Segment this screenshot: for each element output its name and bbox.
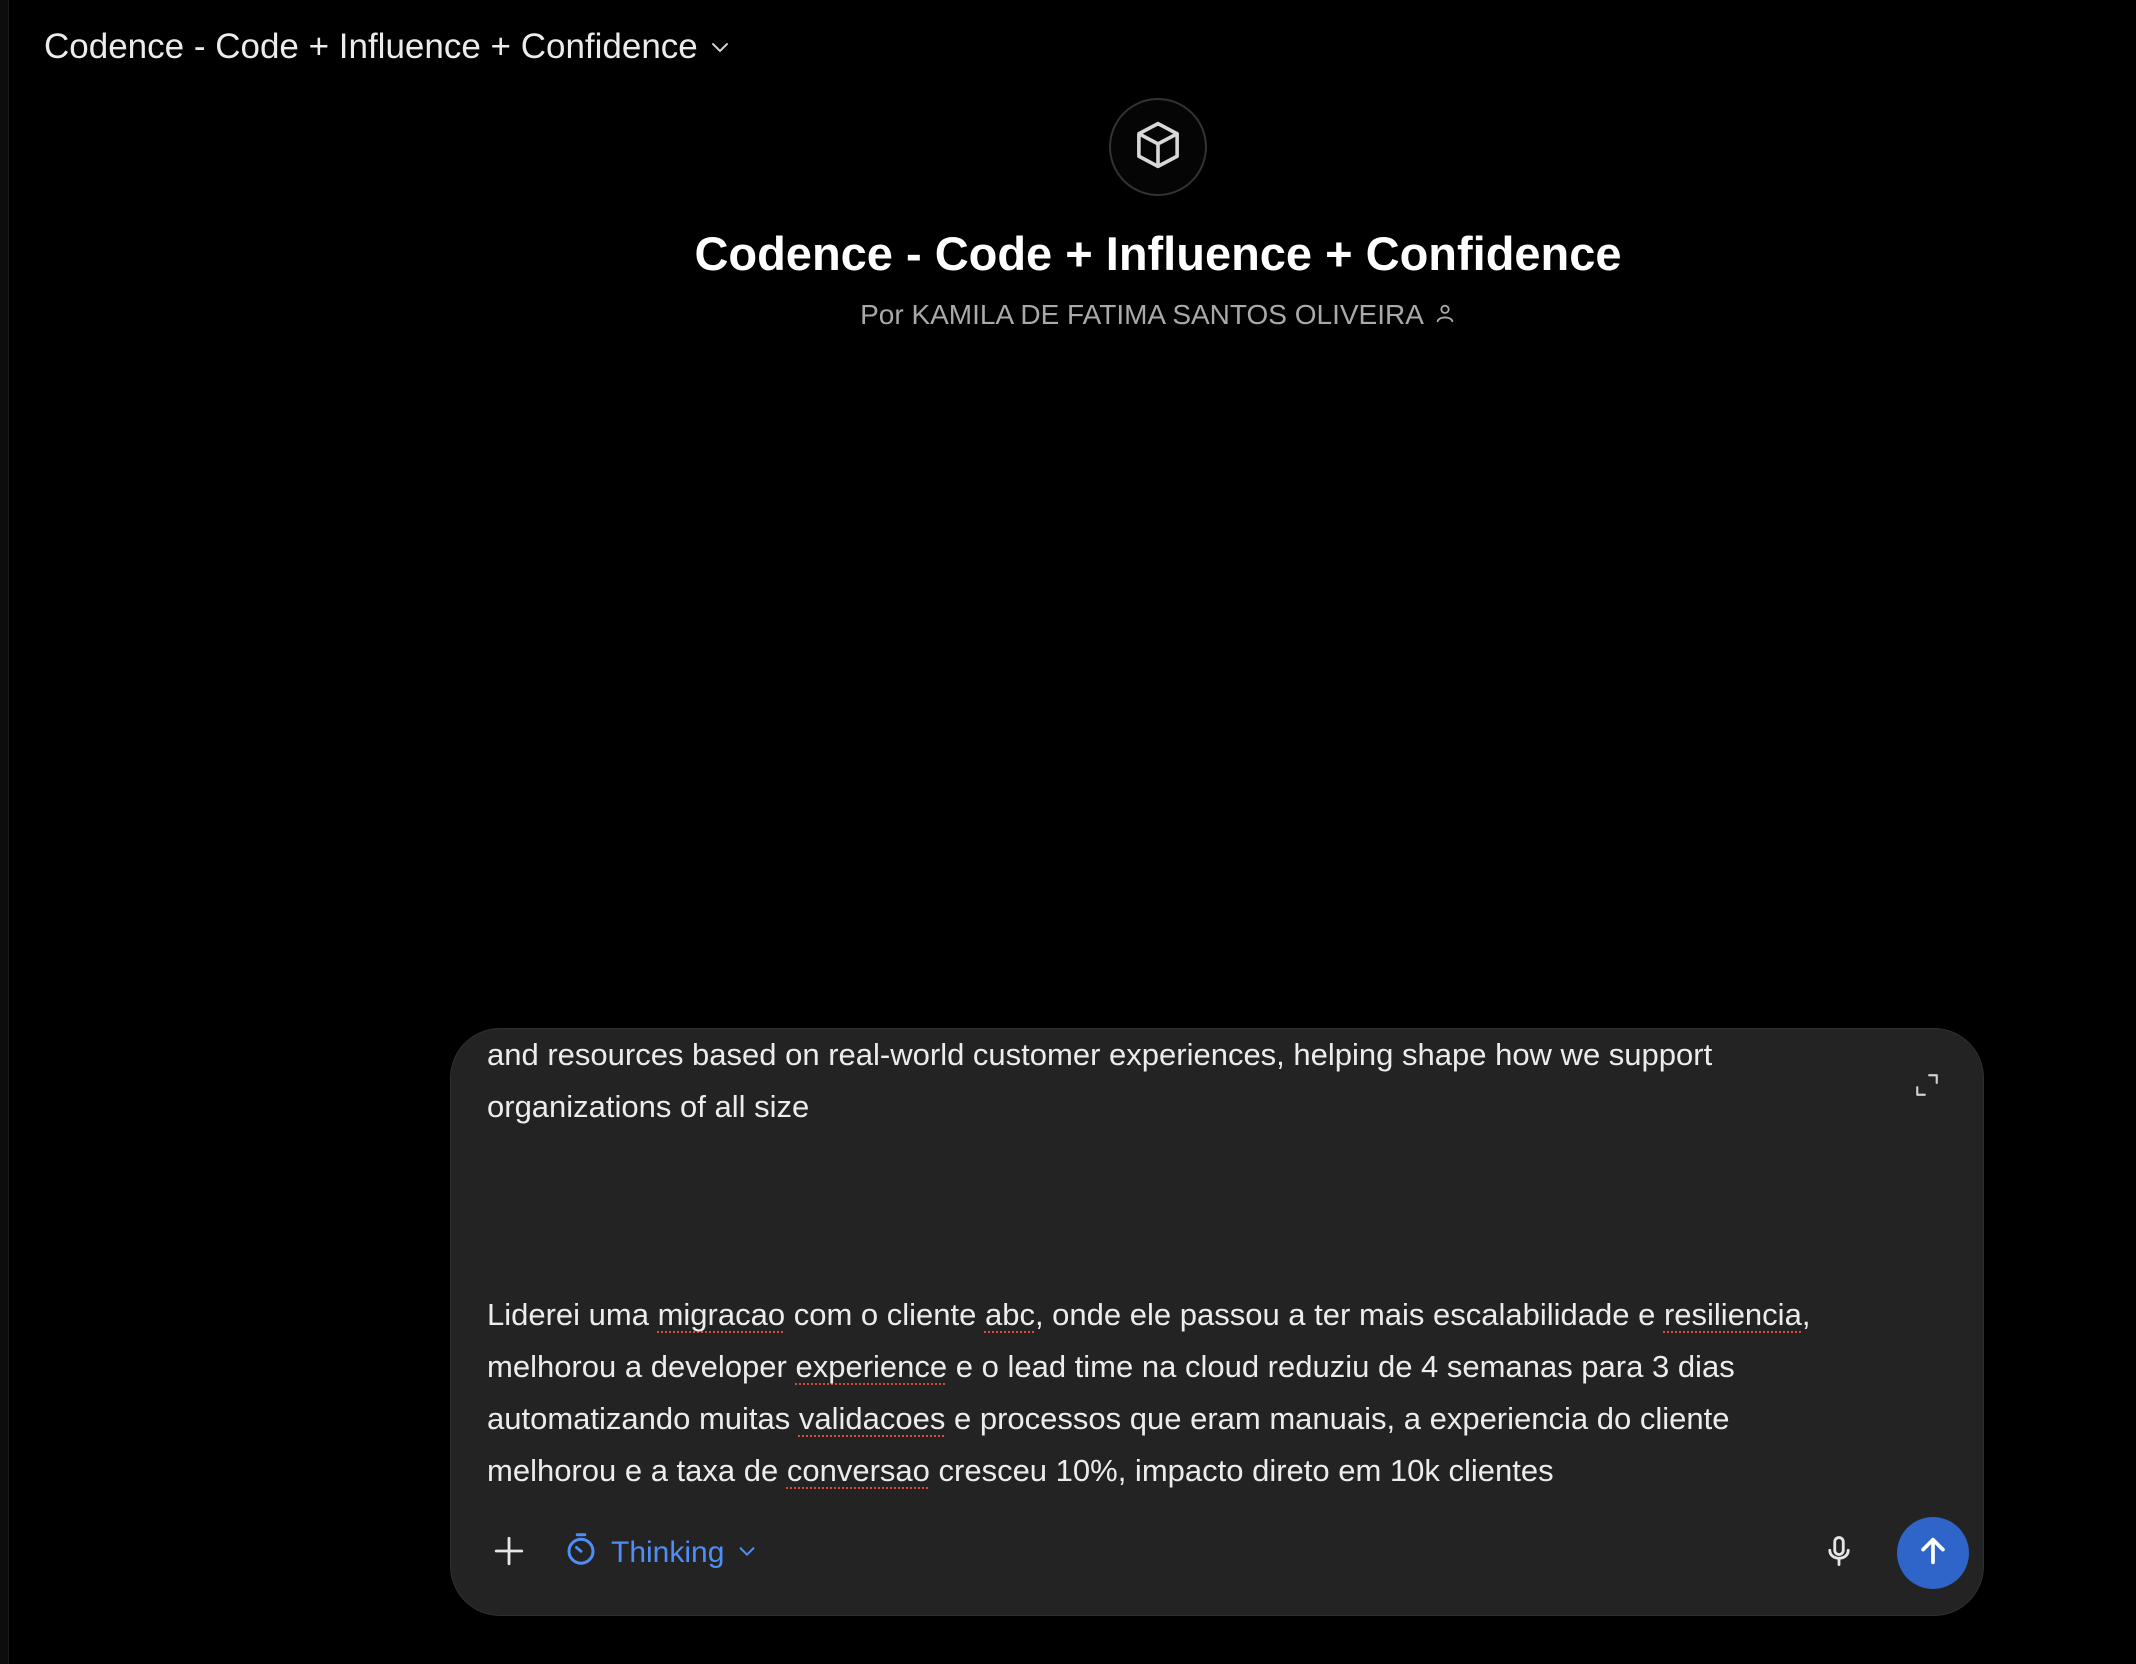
chevron-down-icon <box>736 1536 758 1570</box>
thinking-label: Thinking <box>611 1536 725 1569</box>
prompt-paragraph-1: and resources based on real-world custom… <box>487 1029 1927 1133</box>
thinking-mode-button[interactable]: Thinking <box>563 1531 758 1575</box>
misspelled-word: validacoes <box>798 1401 946 1436</box>
misspelled-word: conversao <box>786 1453 930 1488</box>
misspelled-word: migracao <box>657 1297 786 1332</box>
prompt-text: , <box>1801 1297 1811 1332</box>
add-attachment-button[interactable] <box>481 1525 537 1581</box>
prompt-text: com o cliente <box>785 1297 985 1332</box>
prompt-line: organizations of all size <box>487 1089 810 1124</box>
send-button[interactable] <box>1897 1517 1969 1589</box>
arrow-up-icon <box>1916 1534 1950 1573</box>
dictate-button[interactable] <box>1811 1525 1867 1581</box>
model-selector[interactable]: Codence - Code + Influence + Confidence <box>44 22 732 72</box>
gpt-byline: Por KAMILA DE FATIMA SANTOS OLIVEIRA <box>860 299 1456 331</box>
chevron-down-icon <box>708 35 732 59</box>
person-icon <box>1434 299 1456 331</box>
microphone-icon <box>1822 1534 1856 1573</box>
gpt-avatar <box>1109 98 1207 196</box>
prompt-text: e processos que eram manuais, a experien… <box>945 1401 1730 1436</box>
plus-icon <box>492 1534 526 1573</box>
prompt-paragraph-2: Liderei uma migracao com o cliente abc, … <box>487 1289 1927 1489</box>
misspelled-word: resiliencia <box>1663 1297 1802 1332</box>
cube-icon <box>1131 118 1185 177</box>
misspelled-word: experience <box>795 1349 948 1384</box>
gpt-title: Codence - Code + Influence + Confidence <box>694 227 1622 280</box>
prompt-text: melhorou a developer <box>487 1349 796 1384</box>
prompt-line: and resources based on real-world custom… <box>487 1037 1713 1072</box>
composer-toolbar: Thinking <box>481 1515 1969 1591</box>
author-text: Por KAMILA DE FATIMA SANTOS OLIVEIRA <box>860 299 1424 330</box>
prompt-text: melhorou e a taxa de <box>487 1453 787 1488</box>
header-title: Codence - Code + Influence + Confidence <box>44 27 698 66</box>
prompt-text: , onde ele passou a ter mais escalabilid… <box>1034 1297 1664 1332</box>
prompt-text: e o lead time na cloud reduziu de 4 sema… <box>947 1349 1735 1384</box>
expand-icon <box>1914 1072 1940 1103</box>
prompt-textarea[interactable]: and resources based on real-world custom… <box>487 1029 1927 1489</box>
misspelled-word: abc <box>984 1297 1035 1332</box>
prompt-text: Liderei uma <box>487 1297 658 1332</box>
message-composer[interactable]: and resources based on real-world custom… <box>450 1028 1984 1616</box>
gpt-hero: Codence - Code + Influence + Confidence … <box>0 98 2136 331</box>
prompt-text: automatizando muitas <box>487 1401 799 1436</box>
timer-icon <box>563 1531 599 1575</box>
prompt-text: cresceu 10%, impacto direto em 10k clien… <box>929 1453 1554 1488</box>
expand-composer-button[interactable] <box>1909 1069 1945 1105</box>
